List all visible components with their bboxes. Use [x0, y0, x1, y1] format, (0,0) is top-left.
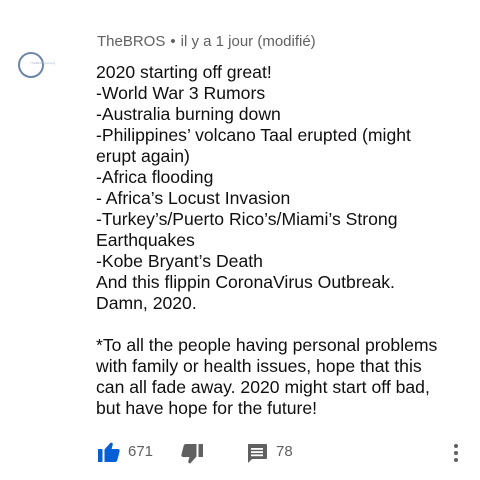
comment-line: -Australia burning down	[96, 104, 281, 124]
comment-icon[interactable]	[246, 443, 268, 465]
reply-count: 78	[276, 443, 293, 460]
comment-line: Damn, 2020.	[96, 293, 197, 313]
comment-header: TheBROS • il y a 1 jour (modifié)	[97, 33, 316, 50]
comment-line: Earthquakes	[96, 230, 195, 250]
comment-body: 2020 starting off great! -World War 3 Rum…	[96, 62, 472, 419]
comment-author[interactable]: TheBROS	[97, 33, 165, 50]
comment-line: -Philippines’ volcano Taal erupted (migh…	[96, 125, 411, 145]
avatar-label: TheBROSgaming	[30, 61, 56, 65]
comment-line: 2020 starting off great!	[96, 62, 272, 82]
comment-timestamp[interactable]: il y a 1 jour (modifié)	[181, 33, 316, 50]
thumbs-down-icon[interactable]	[181, 444, 203, 464]
comment-line: -World War 3 Rumors	[96, 83, 266, 103]
like-count: 671	[128, 443, 154, 460]
comment-line: *To all the people having personal probl…	[96, 335, 438, 355]
comment-line: can all fade away. 2020 might start off …	[96, 377, 430, 397]
comment-line: - Africa’s Locust Invasion	[96, 188, 291, 208]
comment-line: -Kobe Bryant’s Death	[96, 251, 263, 271]
comment-line: with family or health issues, hope that …	[96, 356, 422, 376]
comment-line: but have hope for the future!	[96, 398, 318, 418]
thumbs-up-icon[interactable]	[98, 442, 120, 462]
comment-line: -Turkey’s/Puerto Rico’s/Miami’s Strong	[96, 209, 398, 229]
comment-line: -Africa flooding	[96, 167, 214, 187]
comment-line: erupt again)	[96, 146, 190, 166]
comment-line: And this flippin CoronaVirus Outbreak.	[96, 272, 395, 292]
comment-actions: 671 78	[96, 440, 468, 466]
more-vert-icon[interactable]	[452, 442, 460, 464]
header-separator: •	[170, 33, 176, 50]
avatar[interactable]	[18, 52, 44, 78]
comment-blank-line	[96, 314, 472, 335]
